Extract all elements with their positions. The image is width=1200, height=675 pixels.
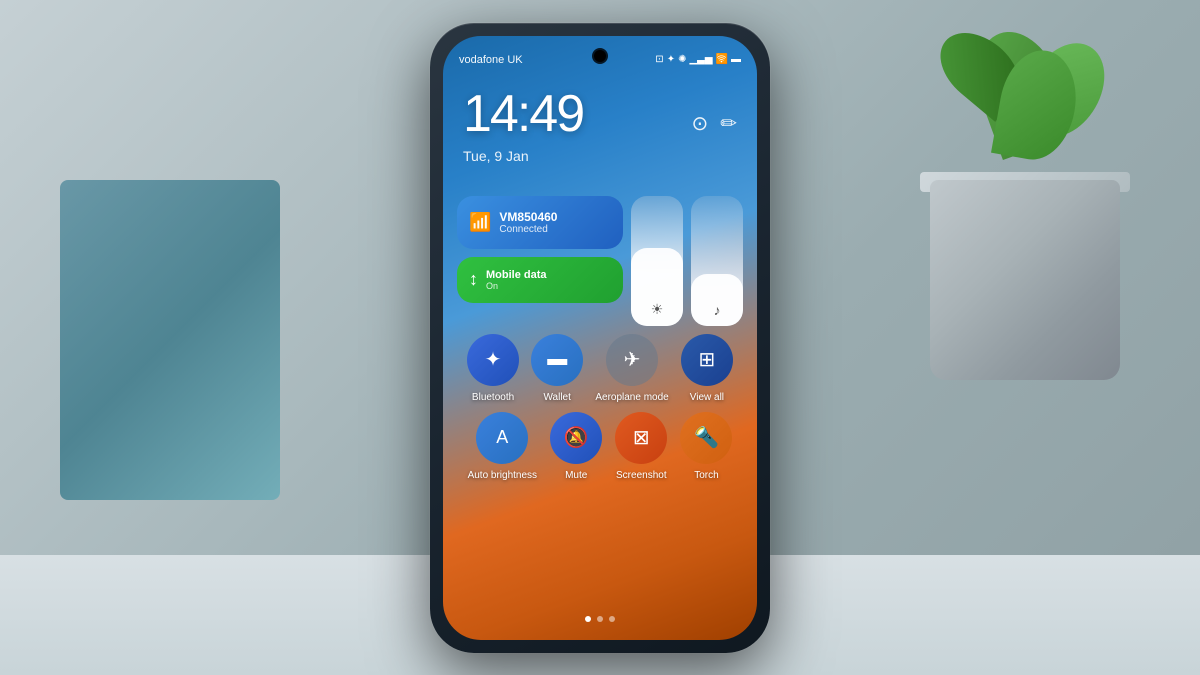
quick-buttons-row2: A Auto brightness 🔕 Mute ⊠ <box>457 412 743 482</box>
torch-icon: 🔦 <box>694 425 719 450</box>
wifi-icon: 📶 <box>469 212 491 233</box>
time-date-group: 14:49 Tue, 9 Jan <box>463 84 583 164</box>
torch-label: Torch <box>694 470 718 482</box>
carrier-label: vodafone UK <box>459 54 523 66</box>
viewall-icon: ⊞ <box>698 347 715 372</box>
volume-icon: ♪ <box>714 302 721 318</box>
bg-box <box>60 180 280 500</box>
mobile-data-name: Mobile data <box>486 269 547 281</box>
dot-2 <box>597 616 603 622</box>
screenshot-circle: ⊠ <box>615 412 667 464</box>
autobrightness-button[interactable]: A Auto brightness <box>468 412 538 482</box>
plant <box>900 20 1160 440</box>
bluetooth-label: Bluetooth <box>472 392 514 404</box>
quick-tiles: 📶 VM850460 Connected ↕ Mobile <box>457 196 743 482</box>
wifi-status-icon: 🛜 <box>716 54 728 65</box>
edit-icon[interactable]: ✏ <box>720 111 737 136</box>
mobile-data-status: On <box>486 281 547 291</box>
autobrightness-icon: A <box>496 427 508 448</box>
sliders-col: ☀ ♪ <box>631 196 743 326</box>
brightness-slider[interactable]: ☀ <box>631 196 683 326</box>
aeroplane-label: Aeroplane mode <box>595 392 668 404</box>
wallet-circle: ▬ <box>531 334 583 386</box>
mute-button[interactable]: 🔕 Mute <box>550 412 602 482</box>
torch-button[interactable]: 🔦 Torch <box>680 412 732 482</box>
viewall-label: View all <box>690 392 724 404</box>
signal-icon: ▁▃▅ <box>689 54 712 65</box>
wallet-label: Wallet <box>543 392 570 404</box>
mute-label: Mute <box>565 470 587 482</box>
time-actions: ⊙ ✏ <box>691 111 737 136</box>
bluetooth-circle: ✦ <box>467 334 519 386</box>
phone-screen: vodafone UK ⊡ ✦ ✺ ▁▃▅ 🛜 ▬ 14:49 Tue, 9 J… <box>443 36 757 640</box>
screenshot-button[interactable]: ⊠ Screenshot <box>615 412 667 482</box>
aeroplane-circle: ✈ <box>606 334 658 386</box>
wifi-name: VM850460 <box>499 210 557 224</box>
bluetooth-status-icon: ✦ <box>667 54 675 65</box>
volume-slider[interactable]: ♪ <box>691 196 743 326</box>
settings-ring-icon[interactable]: ⊙ <box>691 111 708 136</box>
page-dots <box>585 616 615 622</box>
wifi-status: Connected <box>499 224 557 235</box>
volume-fill <box>691 274 743 326</box>
aeroplane-button[interactable]: ✈ Aeroplane mode <box>595 334 668 404</box>
phone: vodafone UK ⊡ ✦ ✺ ▁▃▅ 🛜 ▬ 14:49 Tue, 9 J… <box>430 23 770 653</box>
screenshot-icon: ⊠ <box>633 425 650 450</box>
camera-hole <box>594 50 606 62</box>
status-icons: ⊡ ✦ ✺ ▁▃▅ 🛜 ▬ <box>655 54 741 65</box>
bluetooth-button[interactable]: ✦ Bluetooth <box>467 334 519 404</box>
quick-buttons-row1: ✦ Bluetooth ▬ Wallet ✈ Aero <box>457 334 743 404</box>
autobrightness-circle: A <box>476 412 528 464</box>
nfc-icon: ⊡ <box>655 54 663 65</box>
battery-icon: ▬ <box>731 54 741 65</box>
mobile-data-tile[interactable]: ↕ Mobile data On <box>457 257 623 303</box>
brightness-icon: ☀ <box>651 301 664 318</box>
bluetooth-btn-icon: ✦ <box>485 347 502 372</box>
connectivity-col: 📶 VM850460 Connected ↕ Mobile <box>457 196 623 326</box>
screenshot-label: Screenshot <box>616 470 667 482</box>
aeroplane-icon: ✈ <box>624 347 641 372</box>
mute-icon: 🔕 <box>564 425 589 450</box>
date-display: Tue, 9 Jan <box>463 148 583 164</box>
dot-1 <box>585 616 591 622</box>
dot-3 <box>609 616 615 622</box>
scene: vodafone UK ⊡ ✦ ✺ ▁▃▅ 🛜 ▬ 14:49 Tue, 9 J… <box>0 0 1200 675</box>
viewall-button[interactable]: ⊞ View all <box>681 334 733 404</box>
autobrightness-label: Auto brightness <box>468 470 538 482</box>
sync-icon: ✺ <box>678 54 686 65</box>
time-display: 14:49 <box>463 84 583 144</box>
mobile-data-icon: ↕ <box>469 269 478 290</box>
pot-cylinder <box>930 180 1120 380</box>
main-tiles: 📶 VM850460 Connected ↕ Mobile <box>457 196 743 326</box>
time-section: 14:49 Tue, 9 Jan ⊙ ✏ <box>463 84 737 164</box>
viewall-circle: ⊞ <box>681 334 733 386</box>
torch-circle: 🔦 <box>680 412 732 464</box>
mute-circle: 🔕 <box>550 412 602 464</box>
wifi-tile[interactable]: 📶 VM850460 Connected <box>457 196 623 249</box>
wallet-button[interactable]: ▬ Wallet <box>531 334 583 404</box>
wallet-icon: ▬ <box>547 348 567 371</box>
